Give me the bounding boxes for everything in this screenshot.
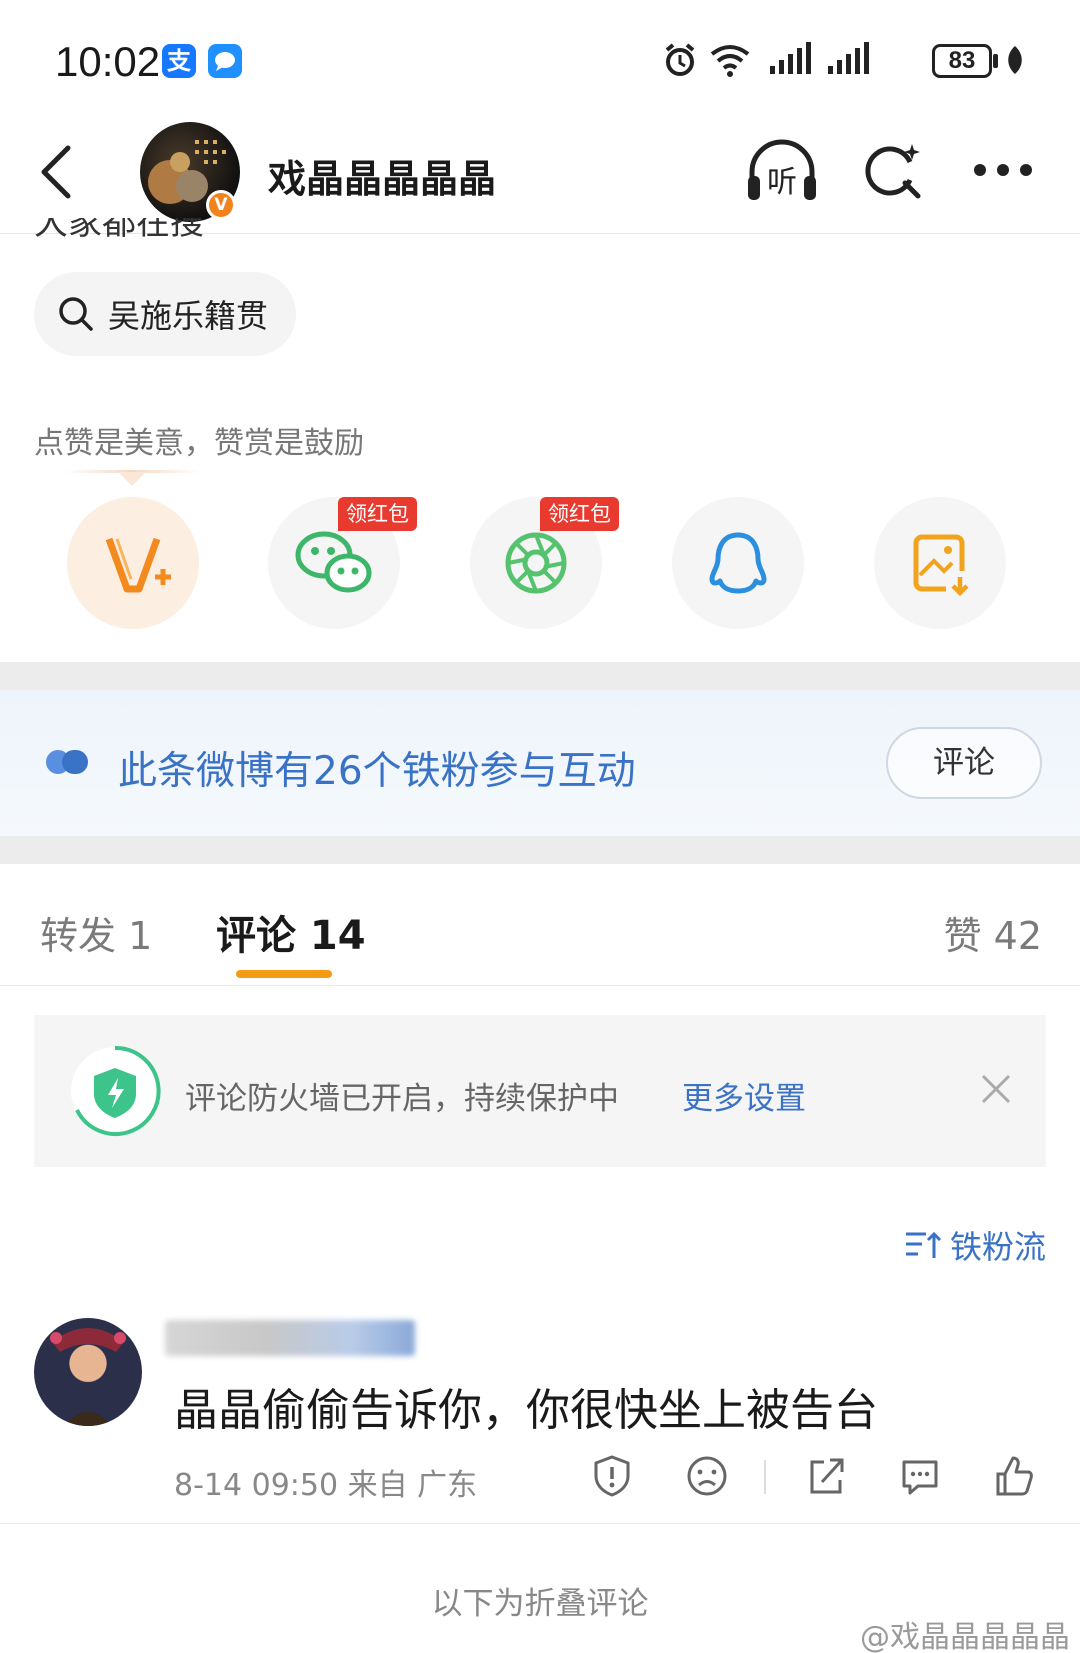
active-tab-indicator [236, 970, 332, 978]
fan-badge-icon [46, 750, 88, 774]
signal-icon [828, 42, 869, 74]
listen-headphones-icon[interactable]: 听 [744, 136, 820, 204]
fan-banner-text: 此条微博有26个铁粉参与互动 [118, 749, 636, 794]
red-packet-tag: 领红包 [540, 497, 619, 531]
meta-separator [764, 1460, 766, 1494]
qq-penguin-icon [709, 532, 767, 594]
tab-comment[interactable]: 评论 14 [216, 903, 366, 961]
status-time: 10:02 [55, 38, 161, 85]
tab-like[interactable]: 赞 42 [944, 905, 1042, 960]
section-separator [0, 662, 1080, 690]
comment-divider [0, 1523, 1080, 1524]
v-plus-icon [105, 537, 171, 593]
qq-share-button[interactable] [672, 497, 804, 629]
verified-badge: V [206, 190, 236, 220]
close-icon[interactable] [980, 1073, 1012, 1105]
alipay-icon: 支 [162, 44, 196, 78]
firewall-text: 评论防火墙已开启，持续保护中 [185, 1081, 619, 1117]
page-title[interactable]: 戏晶晶晶晶晶 [268, 148, 496, 203]
search-chip[interactable]: 吴施乐籍贯 [34, 272, 297, 356]
comment-text: 晶晶偷偷告诉你，你很快坐上被告台 [174, 1385, 878, 1436]
leaf-icon [1008, 46, 1022, 74]
sort-icon [905, 1231, 942, 1258]
tooltip-pointer [118, 472, 146, 486]
tabs-divider [0, 985, 1080, 986]
alarm-icon [665, 43, 695, 76]
search-icon [59, 297, 93, 331]
share-icon[interactable] [804, 1454, 848, 1498]
shield-icon [71, 1045, 161, 1136]
listen-label: 听 [767, 165, 797, 200]
search-chip-label: 吴施乐籍贯 [108, 297, 269, 335]
tab-repost[interactable]: 转发 1 [40, 905, 152, 960]
sort-toggle[interactable]: 铁粉流 [904, 1222, 1046, 1268]
watermark: @戏晶晶晶晶晶 [860, 1620, 1070, 1653]
fan-comment-button[interactable]: 评论 [886, 727, 1042, 799]
commenter-name-blurred[interactable] [165, 1320, 415, 1356]
save-image-button[interactable] [874, 497, 1006, 629]
commenter-avatar[interactable] [34, 1318, 142, 1426]
reward-note: 点赞是美意，赞赏是鼓励 [34, 426, 364, 461]
truncated-text: 大家都在搜 [34, 218, 204, 243]
search-sparkle-icon[interactable] [862, 140, 924, 202]
more-settings-link[interactable]: 更多设置 [682, 1073, 806, 1118]
message-app-icon [208, 44, 242, 78]
save-image-icon [913, 534, 969, 597]
battery-indicator: 83 [932, 44, 992, 78]
more-dots-icon[interactable] [972, 160, 1034, 180]
section-separator [0, 836, 1080, 864]
report-icon[interactable] [590, 1454, 634, 1498]
battery-cap [993, 54, 998, 68]
reply-icon[interactable] [898, 1454, 942, 1498]
wifi-icon [710, 45, 750, 77]
signal-icon [770, 42, 811, 74]
dislike-icon[interactable] [685, 1454, 729, 1498]
red-packet-tag: 领红包 [338, 497, 417, 531]
like-icon[interactable] [992, 1454, 1036, 1498]
v-plus-reward-button[interactable] [67, 497, 199, 629]
back-chevron-icon[interactable] [36, 142, 76, 202]
comment-meta: 8-14 09:50 来自 广东 [174, 1468, 478, 1503]
sort-toggle-label: 铁粉流 [949, 1228, 1046, 1266]
